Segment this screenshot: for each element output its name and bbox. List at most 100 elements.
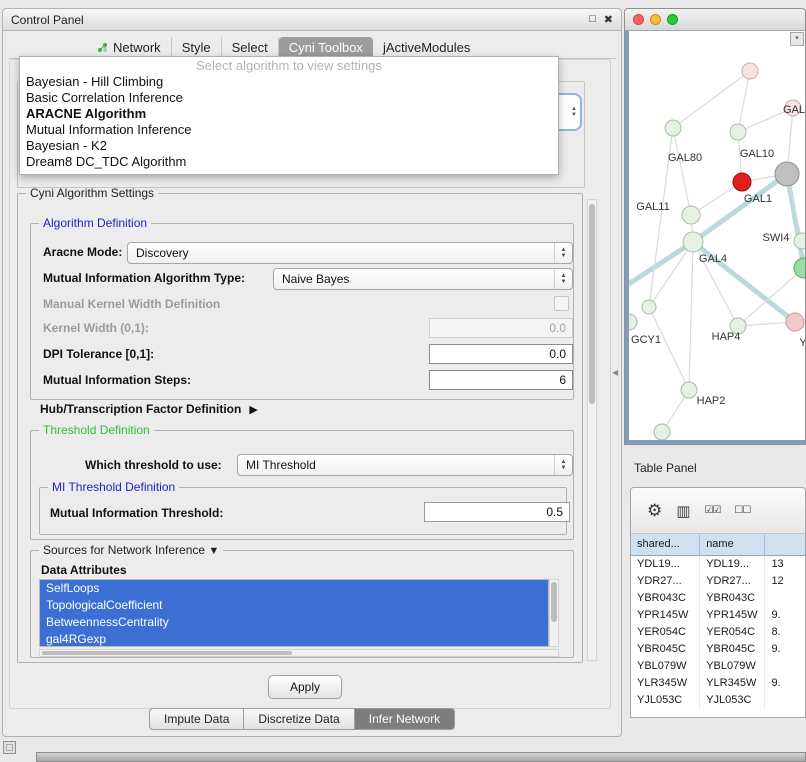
attributes-list-hscrollbar[interactable]: [39, 649, 559, 657]
which-threshold-select[interactable]: MI Threshold ▲ ▼: [237, 454, 573, 476]
network-node-label: GAL1: [744, 193, 772, 205]
network-canvas[interactable]: GAL80GAL10GAL11GAL1SWI4GAL4GCY1HAP4HAP2G…: [625, 31, 805, 444]
algorithm-option[interactable]: Mutual Information Inference: [20, 122, 558, 138]
attribute-item[interactable]: gal4RGexp: [40, 631, 548, 647]
attributes-list-vscrollbar[interactable]: [549, 579, 559, 647]
table-cell: 12: [765, 573, 805, 590]
tab-cyni-toolbox[interactable]: Cyni Toolbox: [279, 37, 373, 58]
deselect-all-icon[interactable]: ☐☐: [734, 505, 750, 516]
table-row[interactable]: YBR043CYBR043C: [631, 590, 805, 607]
attribute-item[interactable]: TopologicalCoefficient: [40, 597, 548, 614]
gear-icon[interactable]: ⚙: [647, 501, 662, 521]
algorithm-option[interactable]: Dream8 DC_TDC Algorithm: [20, 154, 558, 170]
traffic-light-minimize[interactable]: [650, 14, 661, 25]
panel-title: Control Panel: [11, 13, 84, 27]
algorithm-option[interactable]: Bayesian - Hill Climbing: [20, 74, 558, 90]
attribute-item[interactable]: BetweennessCentrality: [40, 614, 548, 631]
algorithm-option[interactable]: ARACNE Algorithm: [20, 106, 558, 122]
network-edge: [649, 307, 689, 390]
aracne-mode-select[interactable]: Discovery ▲ ▼: [127, 242, 573, 264]
algorithm-definition-title: Algorithm Definition: [39, 216, 151, 230]
network-node[interactable]: [629, 314, 637, 330]
cyni-settings-group: Cyni Algorithm Settings Algorithm Defini…: [17, 193, 583, 663]
network-node[interactable]: [665, 120, 681, 136]
data-attributes-list: SelfLoopsTopologicalCoefficientBetweenne…: [39, 579, 549, 647]
table-cell: YBL079W: [700, 658, 765, 675]
expand-right-icon: ▶: [249, 403, 257, 416]
dpi-tolerance-field[interactable]: 0.0: [429, 344, 573, 364]
table-cell: YJL053C: [700, 692, 765, 709]
network-node[interactable]: [786, 313, 804, 331]
threshold-definition-title: Threshold Definition: [39, 423, 154, 437]
traffic-light-zoom[interactable]: [667, 14, 678, 25]
network-node[interactable]: [730, 124, 746, 140]
table-row[interactable]: YBL079WYBL079W: [631, 658, 805, 675]
network-node[interactable]: [681, 382, 697, 398]
bottom-tab-discretize-data[interactable]: Discretize Data: [244, 708, 354, 730]
network-node-label: GAL80: [668, 152, 702, 164]
manual-kernel-checkbox[interactable]: [554, 296, 569, 311]
kernel-width-field[interactable]: 0.0: [429, 318, 573, 338]
network-node[interactable]: [642, 300, 656, 314]
tab-label: Network: [113, 40, 161, 55]
network-node-label: HAP4: [712, 331, 741, 343]
network-canvas-svg: GAL80GAL10GAL11GAL1SWI4GAL4GCY1HAP4HAP2G…: [629, 31, 805, 442]
table-cell: 9.: [765, 641, 805, 658]
table-row[interactable]: YER054CYER054C8.: [631, 624, 805, 641]
table-row[interactable]: YLR345WYLR345W9.: [631, 675, 805, 692]
splitter-collapse-icon[interactable]: ◀: [612, 368, 618, 377]
table-row[interactable]: YBR045CYBR045C9.: [631, 641, 805, 658]
columns-icon[interactable]: ▥: [676, 502, 690, 520]
birdseye-toggle-icon[interactable]: ▾: [790, 32, 804, 46]
bottom-tab-infer-network[interactable]: Infer Network: [355, 708, 455, 730]
control-panel-titlebar: Control Panel □ ✖: [3, 9, 621, 31]
table-column-header[interactable]: name: [700, 534, 765, 555]
table-cell: YDR27...: [631, 573, 700, 590]
hscroll-thumb[interactable]: [42, 651, 292, 655]
hub-definition-toggle[interactable]: Hub/Transcription Factor Definition ▶: [40, 402, 258, 416]
collapsed-panel-bar[interactable]: [36, 752, 806, 762]
select-all-icon[interactable]: ☑☑: [704, 505, 720, 516]
attribute-item[interactable]: SelfLoops: [40, 580, 548, 597]
bottom-tab-impute-data[interactable]: Impute Data: [149, 708, 244, 730]
network-node[interactable]: [683, 232, 703, 252]
table-row[interactable]: YJL053CYJL053C: [631, 692, 805, 709]
mi-steps-field[interactable]: 6: [429, 370, 573, 390]
network-node-label: GAL4: [699, 253, 727, 265]
docked-panel-icon[interactable]: [3, 741, 16, 754]
stepper-icon: ▲ ▼: [571, 106, 577, 118]
vscroll-thumb[interactable]: [589, 204, 595, 404]
tab-network[interactable]: Network: [87, 37, 172, 58]
mi-type-select[interactable]: Naive Bayes ▲ ▼: [273, 268, 573, 290]
tab-style[interactable]: Style: [172, 37, 222, 58]
sources-group: Sources for Network Inference ▼ Data Att…: [30, 550, 574, 658]
algorithm-option[interactable]: Bayesian - K2: [20, 138, 558, 154]
mi-threshold-field[interactable]: 0.5: [424, 502, 570, 522]
vscroll-thumb[interactable]: [551, 582, 557, 622]
table-cell: 13: [765, 556, 805, 573]
traffic-light-close[interactable]: [633, 14, 644, 25]
close-window-icon[interactable]: ✖: [604, 13, 613, 26]
table-row[interactable]: YDL19...YDL19...13: [631, 556, 805, 573]
table-column-header[interactable]: shared...: [631, 534, 700, 555]
network-node[interactable]: [742, 63, 758, 79]
table-row[interactable]: YDR27...YDR27...12: [631, 573, 805, 590]
network-node[interactable]: [654, 424, 670, 440]
tab-jactivemodules[interactable]: jActiveModules: [373, 37, 480, 58]
network-node[interactable]: [682, 206, 700, 224]
network-node[interactable]: [775, 162, 799, 186]
table-toolbar: ⚙ ▥ ☑☑ ☐☐: [631, 488, 805, 534]
network-node[interactable]: [733, 173, 751, 191]
algorithm-definition-group: Algorithm Definition Aracne Mode: Discov…: [30, 223, 574, 400]
float-window-icon[interactable]: □: [589, 13, 596, 26]
apply-button[interactable]: Apply: [268, 675, 342, 699]
tab-select[interactable]: Select: [222, 37, 279, 58]
settings-vscrollbar[interactable]: [587, 199, 597, 661]
sources-toggle[interactable]: Sources for Network Inference ▼: [39, 543, 223, 557]
which-threshold-value: MI Threshold: [246, 458, 316, 472]
table-row[interactable]: YPR145WYPR145W9.: [631, 607, 805, 624]
table-column-header[interactable]: [765, 534, 805, 555]
algorithm-option[interactable]: Basic Correlation Inference: [20, 90, 558, 106]
network-node[interactable]: [794, 233, 805, 249]
table-cell: YLR345W: [631, 675, 700, 692]
